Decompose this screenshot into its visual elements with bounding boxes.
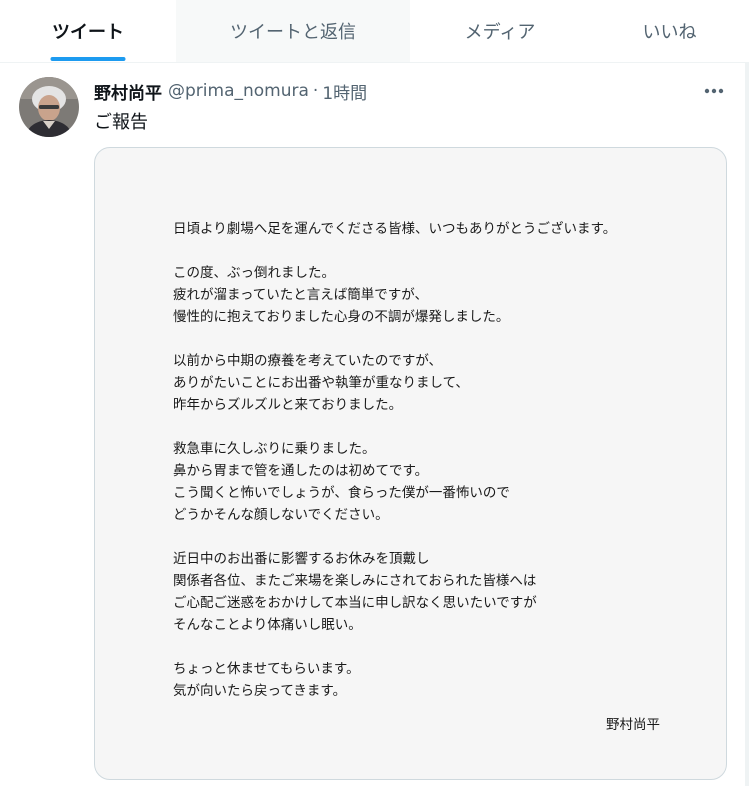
letter-line: 以前から中期の療養を考えていたのですが、 xyxy=(173,353,443,369)
author-name[interactable]: 野村尚平 xyxy=(94,79,162,104)
letter-line: 疲れが溜まっていたと言えば簡単ですが、 xyxy=(173,287,429,303)
letter-line: そんなことより体痛いし眠い。 xyxy=(173,617,362,633)
tab-tweets[interactable]: ツイート xyxy=(0,0,176,62)
separator-dot: · xyxy=(312,81,319,101)
avatar[interactable] xyxy=(19,77,79,137)
letter-line: 救急車に久しぶりに乗りました。 xyxy=(173,441,376,457)
active-tab-indicator xyxy=(50,57,126,61)
letter-line: 慢性的に抱えておりました心身の不調が爆発しました。 xyxy=(173,309,510,325)
tab-tweets-and-replies[interactable]: ツイートと返信 xyxy=(176,0,410,62)
letter-line: ちょっと休ませてもらいます。 xyxy=(173,661,360,677)
tweet-header: 野村尚平 @prima_nomura · 1時間 xyxy=(94,79,367,104)
author-handle[interactable]: @prima_nomura xyxy=(168,81,309,101)
letter-line: どうかそんな顔しないでください。 xyxy=(173,507,389,523)
tab-label: メディア xyxy=(464,22,536,43)
tweet-timestamp[interactable]: 1時間 xyxy=(322,79,367,104)
tab-likes[interactable]: いいね xyxy=(590,0,749,62)
letter-body: 日頃より劇場へ足を運んでくださる皆様、いつもありがとうございます。 この度、ぶっ倒… xyxy=(173,218,673,702)
letter-line: 昨年からズルズルと来ておりました。 xyxy=(173,397,403,413)
letter-signature: 野村尚平 xyxy=(606,717,660,733)
more-horizontal-icon xyxy=(704,88,724,94)
tab-media[interactable]: メディア xyxy=(410,0,590,62)
tweet-image[interactable]: 日頃より劇場へ足を運んでくださる皆様、いつもありがとうございます。 この度、ぶっ倒… xyxy=(94,147,727,780)
tweet-text: ご報告 xyxy=(94,112,148,133)
tab-label: ツイート xyxy=(52,22,124,43)
letter-line: ご心配ご迷惑をおかけして本当に申し訳なく思いたいですが xyxy=(173,595,537,611)
tab-label: ツイートと返信 xyxy=(230,22,356,43)
letter-line: ありがたいことにお出番や執筆が重なりまして、 xyxy=(173,375,469,391)
letter-line: 鼻から胃まで管を通したのは初めてです。 xyxy=(173,463,429,479)
avatar-photo xyxy=(19,77,79,137)
letter-line: 近日中のお出番に影響するお休みを頂戴し xyxy=(173,551,430,567)
scrollbar-track[interactable] xyxy=(745,62,749,786)
letter-line: こう聞くと怖いでしょうが、食らった僕が一番怖いので xyxy=(173,485,510,501)
letter-line: 関係者各位、またご来場を楽しみにされておられた皆様へは xyxy=(173,573,537,589)
letter-line: 気が向いたら戻ってきます。 xyxy=(173,683,347,699)
letter-line: この度、ぶっ倒れました。 xyxy=(173,265,335,281)
letter-line: 日頃より劇場へ足を運んでくださる皆様、いつもありがとうございます。 xyxy=(173,221,617,237)
tab-label: いいね xyxy=(642,22,697,43)
more-options-button[interactable] xyxy=(700,79,728,103)
profile-tabs: ツイート ツイートと返信 メディア いいね xyxy=(0,0,749,63)
